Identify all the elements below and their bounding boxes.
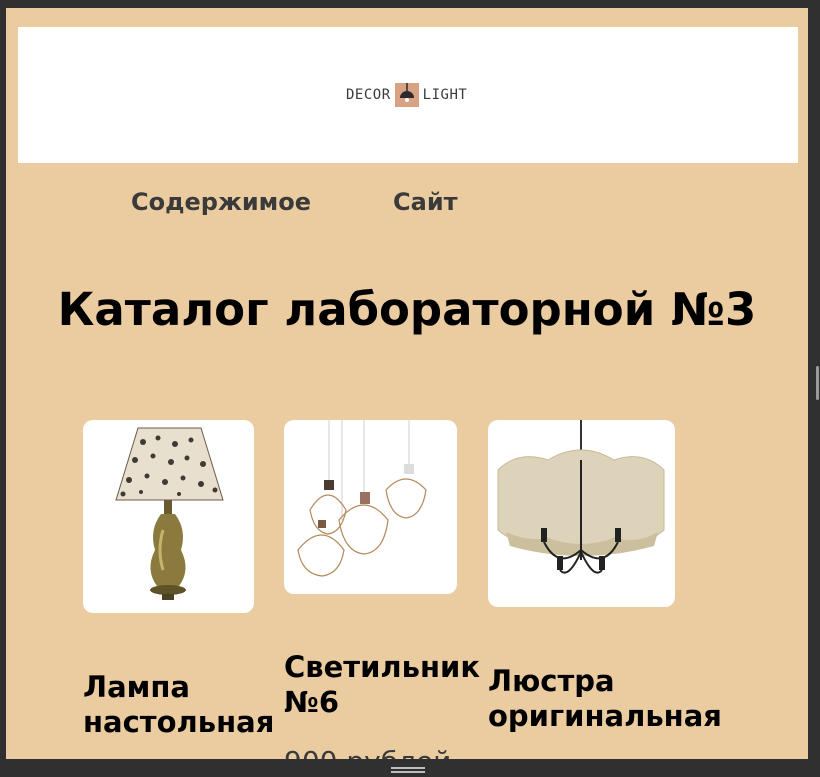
resize-grip-icon[interactable] [391,767,425,773]
product-name-pendant-light[interactable]: Светильник №6 [284,650,480,720]
page-viewport: DECOR LIGHT Содержимое Сайт Каталог лабо… [6,8,808,759]
site-header: DECOR LIGHT [18,27,798,163]
pendant-lights-image[interactable] [284,420,457,594]
logo-text-left: DECOR [346,87,391,103]
product-name-chandelier[interactable]: Люстра оригинальная [488,664,722,734]
table-lamp-image[interactable] [83,420,254,613]
product-name-table-lamp[interactable]: Лампа настольная [83,670,274,740]
site-logo[interactable]: DECOR LIGHT [346,82,467,108]
nav-link-site[interactable]: Сайт [393,188,458,216]
nav-link-content[interactable]: Содержимое [131,188,311,216]
pendant-lamp-icon [394,83,419,107]
product-price: 900 рублей [284,746,451,760]
logo-text-right: LIGHT [422,87,468,103]
scrollbar-thumb[interactable] [816,366,819,400]
main-nav: Содержимое Сайт [131,188,458,216]
chandelier-image[interactable] [488,420,675,607]
page-title: Каталог лабораторной №3 [57,283,757,336]
